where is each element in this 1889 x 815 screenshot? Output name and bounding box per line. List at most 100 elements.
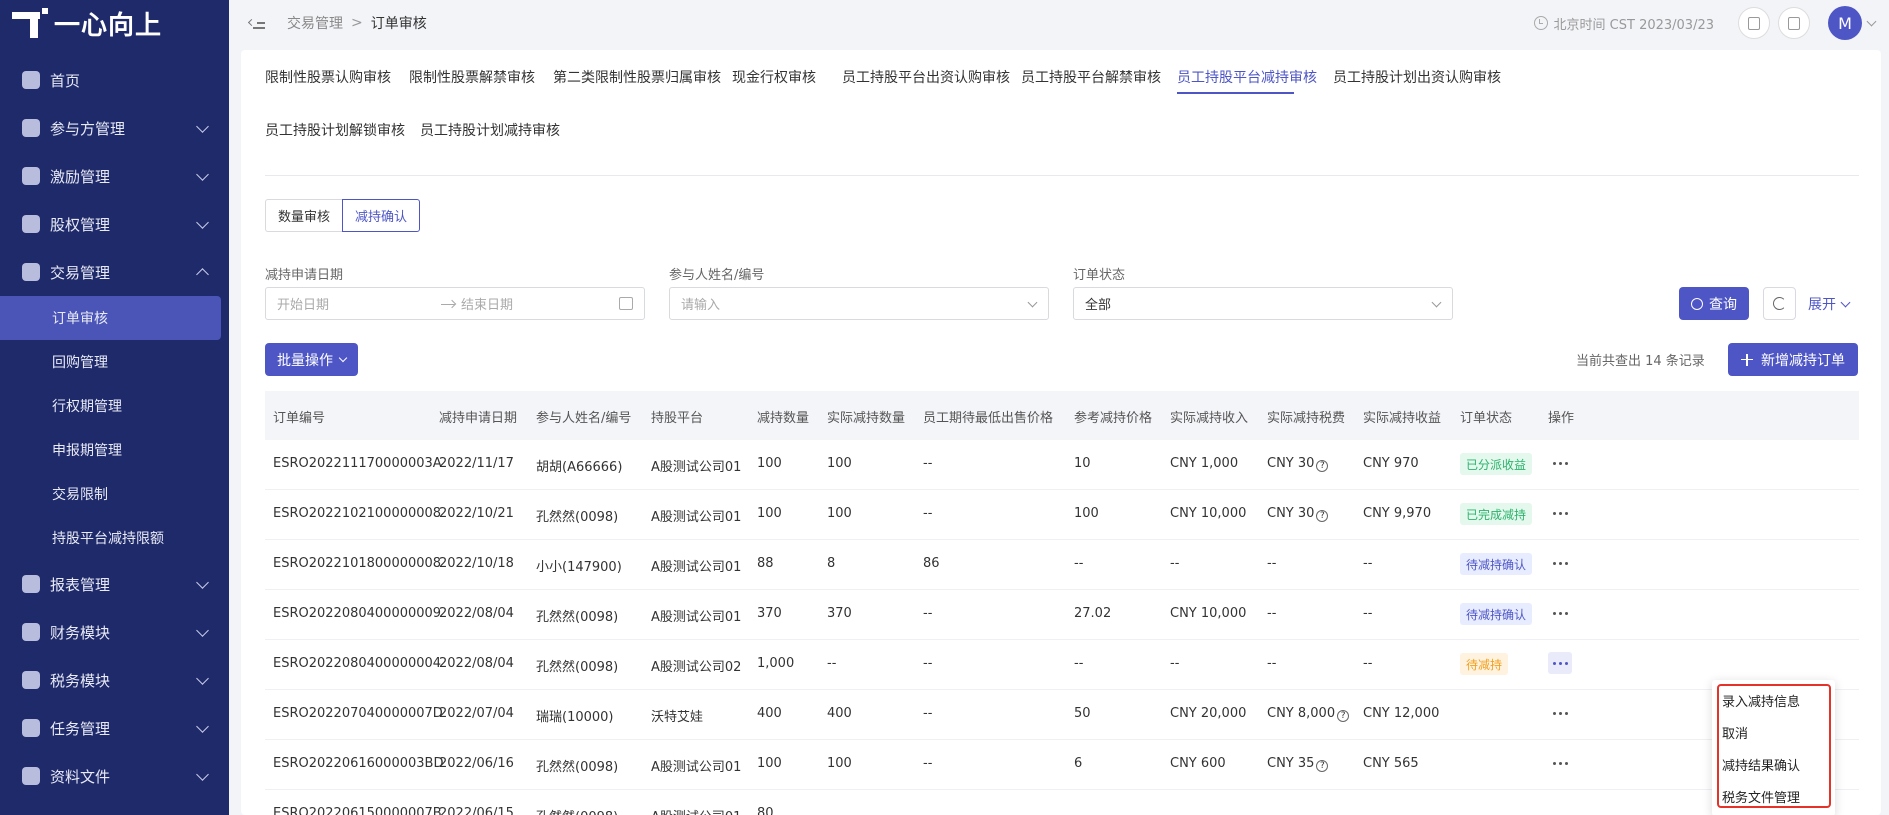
table-row[interactable]: ESRO2022080400000004 2022/08/04 孔然然(0098) A… (265, 640, 1859, 690)
cell-text: ESRO2022102100000008 (273, 506, 442, 521)
tab-6[interactable]: 员工持股平台减持审核 (1177, 67, 1317, 87)
task-button[interactable] (1738, 7, 1770, 39)
table-cell-ref_price: 6 (1074, 756, 1082, 771)
help-icon[interactable]: ? (1316, 760, 1329, 772)
table-header: 订单编号 减持申请日期 参与人姓名/编号 持股平台 减持数量 实际减持数量 员工期待最低出售… (265, 391, 1859, 440)
table-cell-tax: -- (1267, 606, 1276, 621)
cell-text: -- (1267, 606, 1277, 621)
avatar[interactable]: M (1828, 6, 1862, 40)
table-row[interactable]: ESRO202206150000007B2022/06/15 孔然然(0098) A… (265, 790, 1859, 815)
tab-7[interactable]: 员工持股计划出资认购审核 (1333, 67, 1501, 87)
table-cell-ref_price: 10 (1074, 456, 1091, 471)
table-row[interactable]: ESRO202211170000003A 2022/11/17 胡胡(A66666)… (265, 440, 1859, 490)
more-actions-icon[interactable] (1548, 502, 1572, 524)
table-row[interactable]: ESRO2022101800000008 2022/10/18 小小(147900)… (265, 540, 1859, 590)
help-icon[interactable]: ? (1316, 460, 1329, 472)
chevron-down-icon[interactable] (1866, 16, 1877, 26)
column-header: 订单状态 (1460, 411, 1513, 426)
sidebar-item-3[interactable]: 股权管理 (0, 200, 229, 248)
gift-button[interactable] (1778, 7, 1810, 39)
cell-text: -- (923, 756, 933, 771)
sidebar-item-after-1[interactable]: 财务模块 (0, 608, 229, 656)
chevron-down-icon (196, 216, 209, 229)
more-actions-icon[interactable] (1548, 652, 1572, 674)
cell-text: 2022/06/16 (439, 756, 514, 771)
table-cell-tax: -- (1267, 556, 1276, 571)
reset-button[interactable] (1763, 287, 1796, 320)
batch-operation-button[interactable]: 批量操作 (265, 343, 358, 376)
table-cell-date: 2022/10/18 (439, 556, 514, 571)
sidebar-subitem-2[interactable]: 行权期管理 (0, 384, 229, 428)
more-actions-icon[interactable] (1548, 602, 1572, 624)
sidebar-subitem-5[interactable]: 持股平台减持限额 (0, 516, 229, 560)
tab-5[interactable]: 员工持股平台解禁审核 (1021, 67, 1161, 87)
trade-icon (22, 263, 40, 281)
tab-4[interactable]: 员工持股平台出资认购审核 (842, 67, 1010, 87)
expand-filters-link[interactable]: 展开 (1808, 294, 1851, 314)
equity-icon (22, 215, 40, 233)
sidebar-subitem-3[interactable]: 申报期管理 (0, 428, 229, 472)
table-row[interactable]: ESRO202207040000007D 2022/07/04 瑞瑞(10000) 沃… (265, 690, 1859, 740)
sidebar-item-after-2[interactable]: 税务模块 (0, 656, 229, 704)
date-range-input[interactable]: 开始日期 结束日期 (265, 287, 645, 320)
table-row[interactable]: ESRO20220616000003BD 2022/06/16 孔然然(0098) A… (265, 740, 1859, 790)
sidebar-subitem-1[interactable]: 回购管理 (0, 340, 229, 384)
collapse-sidebar-icon[interactable] (247, 16, 267, 30)
sidebar-item-1[interactable]: 参与方管理 (0, 104, 229, 152)
tab-0[interactable]: 限制性股票认购审核 (265, 67, 391, 87)
table-cell-qty: 100 (757, 456, 782, 471)
cell-text: 8 (827, 556, 836, 571)
sidebar-subitem-0[interactable]: 订单审核 (0, 296, 221, 340)
table-row[interactable]: ESRO2022080400000009 2022/08/04 孔然然(0098) A… (265, 590, 1859, 640)
sidebar-item-2[interactable]: 激励管理 (0, 152, 229, 200)
table-cell-actual_qty: 100 (827, 456, 852, 471)
menu-item-0[interactable]: 录入减持信息 (1712, 684, 1835, 716)
table-cell-min_price: 86 (923, 556, 940, 571)
tab-2[interactable]: 第二类限制性股票归属审核 (553, 67, 721, 87)
app-logo[interactable]: 一心向上 (0, 0, 229, 46)
table-cell-income: -- (1170, 556, 1179, 571)
table-cell-person: 胡胡(A66666) (536, 456, 622, 475)
sidebar-item-after-0[interactable]: 报表管理 (0, 560, 229, 608)
help-icon[interactable]: ? (1316, 510, 1329, 522)
segment-quantity-review[interactable]: 数量审核 (265, 199, 343, 232)
table-row[interactable]: ESRO2022102100000008 2022/10/21 孔然然(0098) A… (265, 490, 1859, 540)
more-actions-icon[interactable] (1548, 702, 1572, 724)
tab-9[interactable]: 员工持股计划减持审核 (420, 120, 560, 140)
participant-select[interactable]: 请输入 (669, 287, 1049, 320)
table-cell-qty: 400 (757, 706, 782, 721)
cell-text: CNY 1,000 (1170, 456, 1239, 471)
column-header: 订单编号 (273, 411, 326, 426)
more-actions-icon[interactable] (1548, 552, 1572, 574)
menu-item-2[interactable]: 减持结果确认 (1712, 748, 1835, 780)
date-end-placeholder[interactable]: 结束日期 (461, 294, 513, 313)
table-cell-platform: A股测试公司01 (651, 606, 741, 625)
column-header: 减持数量 (757, 411, 810, 426)
sidebar-item-0[interactable]: 首页 (0, 56, 229, 104)
tab-3[interactable]: 现金行权审核 (732, 67, 816, 87)
sidebar-item-after-4[interactable]: 资料文件 (0, 752, 229, 800)
sidebar-item-after-3[interactable]: 任务管理 (0, 704, 229, 752)
status-select[interactable]: 全部 (1073, 287, 1453, 320)
more-actions-icon[interactable] (1548, 452, 1572, 474)
sidebar-subitem-4[interactable]: 交易限制 (0, 472, 229, 516)
more-actions-icon[interactable] (1548, 752, 1572, 774)
breadcrumb-item-trade[interactable]: 交易管理 (287, 13, 343, 33)
sidebar-item-4[interactable]: 交易管理 (0, 248, 229, 296)
breadcrumb-item-current: 订单审核 (370, 16, 427, 32)
add-reduction-order-button[interactable]: 新增减持订单 (1728, 343, 1858, 376)
cell-text: 100 (827, 456, 852, 471)
segment-reduction-confirm[interactable]: 减持确认 (342, 199, 421, 232)
tab-1[interactable]: 限制性股票解禁审核 (409, 67, 535, 87)
table-cell-income: CNY 1,000 (1170, 456, 1238, 471)
query-button[interactable]: 查询 (1679, 287, 1749, 320)
sidebar-subitem-label: 申报期管理 (52, 443, 122, 459)
tab-8[interactable]: 员工持股计划解锁审核 (265, 120, 405, 140)
menu-item-1[interactable]: 取消 (1712, 716, 1835, 748)
menu-item-3[interactable]: 税务文件管理 (1712, 780, 1835, 812)
sidebar-item-after-5[interactable]: 公司设置 (0, 800, 229, 815)
table-cell-person: 孔然然(0098) (536, 606, 618, 625)
cell-text: 2022/10/18 (439, 556, 514, 571)
date-start-placeholder[interactable]: 开始日期 (277, 294, 329, 313)
help-icon[interactable]: ? (1337, 710, 1350, 722)
